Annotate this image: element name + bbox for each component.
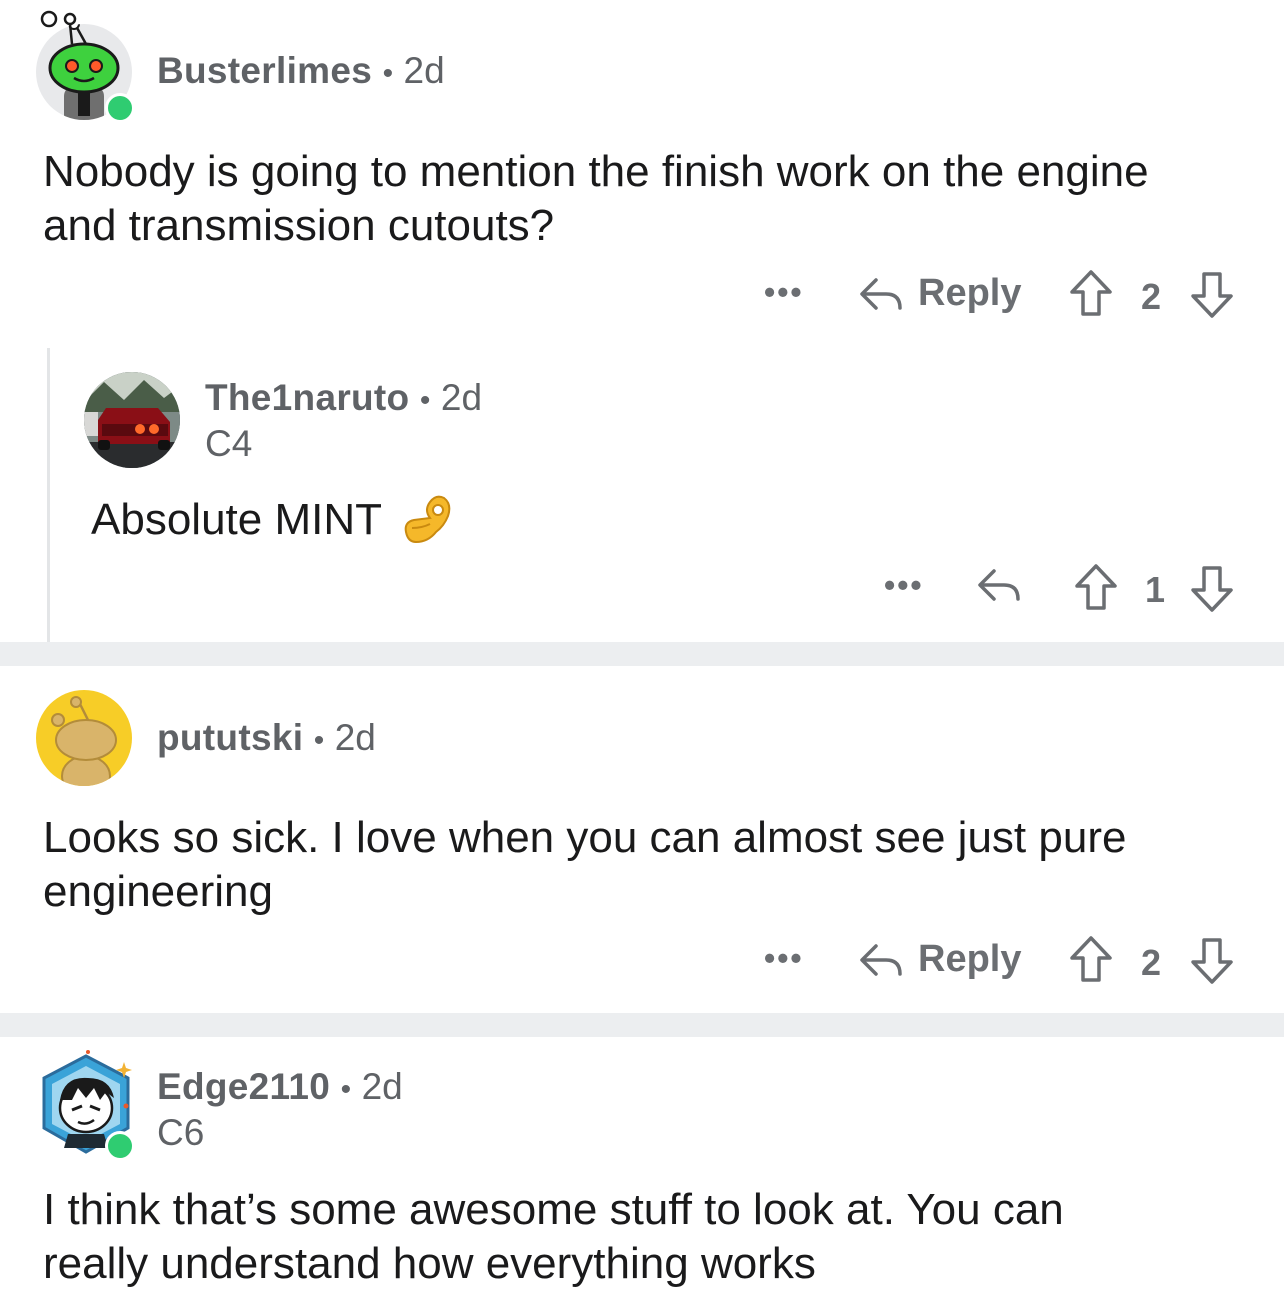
online-status-indicator xyxy=(105,1131,135,1161)
reply-button[interactable]: Reply xyxy=(858,272,1021,315)
ok-hand-icon xyxy=(404,495,451,544)
comment-divider xyxy=(0,642,1284,666)
vote-score: 1 xyxy=(1145,569,1166,610)
reply-icon xyxy=(860,277,902,310)
decorative-antenna-icon xyxy=(40,6,80,46)
comment-body-line: I think that’s some awesome stuff to loo… xyxy=(43,1185,1064,1234)
default-snoo-avatar-icon xyxy=(51,696,117,786)
thread-line[interactable] xyxy=(47,348,50,642)
user-flair: C6 xyxy=(157,1112,205,1153)
comment-body-line: Looks so sick. I love when you can almos… xyxy=(43,813,1127,862)
comment-body: I think that’s some awesome stuff to loo… xyxy=(43,1183,1243,1291)
separator-dot: • xyxy=(313,724,325,757)
avatar-the1naruto[interactable] xyxy=(84,372,180,468)
comment-header: pututski • 2d xyxy=(157,717,376,759)
comment-age: 2d xyxy=(334,717,376,758)
comment-body-line: and transmission cutouts? xyxy=(43,201,555,250)
upvote-arrow-icon xyxy=(1070,936,1112,982)
upvote-arrow-icon xyxy=(1070,270,1112,316)
separator-dot: • xyxy=(382,57,394,90)
online-status-indicator xyxy=(105,93,135,123)
separator-dot: • xyxy=(419,384,431,417)
reply-icon xyxy=(860,943,902,976)
more-options-button[interactable]: ••• xyxy=(884,567,924,604)
username[interactable]: Busterlimes xyxy=(157,50,372,91)
comment-body: Nobody is going to mention the finish wo… xyxy=(43,145,1243,253)
more-options-button[interactable]: ••• xyxy=(764,274,804,311)
upvote-button[interactable] xyxy=(1068,934,1114,984)
comment-body: Absolute MINT xyxy=(91,492,456,548)
comment-body-line: Absolute MINT xyxy=(91,495,382,544)
upvote-button[interactable] xyxy=(1068,268,1114,318)
ok-hand-emoji xyxy=(400,492,456,548)
comment-age: 2d xyxy=(440,377,483,418)
comment-body-line: really understand how everything works xyxy=(43,1239,816,1288)
upvote-button[interactable] xyxy=(1073,562,1119,612)
comment-header: Edge2110 • 2d xyxy=(157,1066,403,1108)
comment-body-line: engineering xyxy=(43,867,273,916)
downvote-arrow-icon xyxy=(1191,272,1233,318)
reply-icon xyxy=(978,569,1020,601)
car-photo-avatar-icon xyxy=(84,372,180,468)
downvote-arrow-icon xyxy=(1191,938,1233,984)
downvote-button[interactable] xyxy=(1189,936,1235,986)
comment-body-line: Nobody is going to mention the finish wo… xyxy=(43,147,1149,196)
comment-age: 2d xyxy=(403,50,445,91)
reply-label: Reply xyxy=(918,938,1022,980)
user-flair: C4 xyxy=(205,423,253,464)
username[interactable]: The1naruto xyxy=(205,377,409,418)
downvote-arrow-icon xyxy=(1191,566,1233,612)
vote-score: 2 xyxy=(1141,942,1162,983)
more-options-button[interactable]: ••• xyxy=(764,940,804,977)
comment-header: Busterlimes • 2d xyxy=(157,50,445,92)
comment-age: 2d xyxy=(361,1066,403,1107)
vote-score: 2 xyxy=(1141,276,1162,317)
reply-label: Reply xyxy=(918,272,1022,314)
downvote-button[interactable] xyxy=(1189,270,1235,320)
reply-button[interactable]: Reply xyxy=(858,938,1021,981)
comment-body: Looks so sick. I love when you can almos… xyxy=(43,811,1243,919)
upvote-arrow-icon xyxy=(1075,564,1117,610)
avatar-pututski[interactable] xyxy=(36,690,132,786)
comment-header: The1naruto • 2d xyxy=(205,377,482,419)
reply-button[interactable] xyxy=(976,565,1022,605)
downvote-button[interactable] xyxy=(1189,564,1235,614)
username[interactable]: Edge2110 xyxy=(157,1066,330,1107)
comment-divider xyxy=(0,1013,1284,1037)
separator-dot: • xyxy=(340,1073,352,1106)
username[interactable]: pututski xyxy=(157,717,303,758)
